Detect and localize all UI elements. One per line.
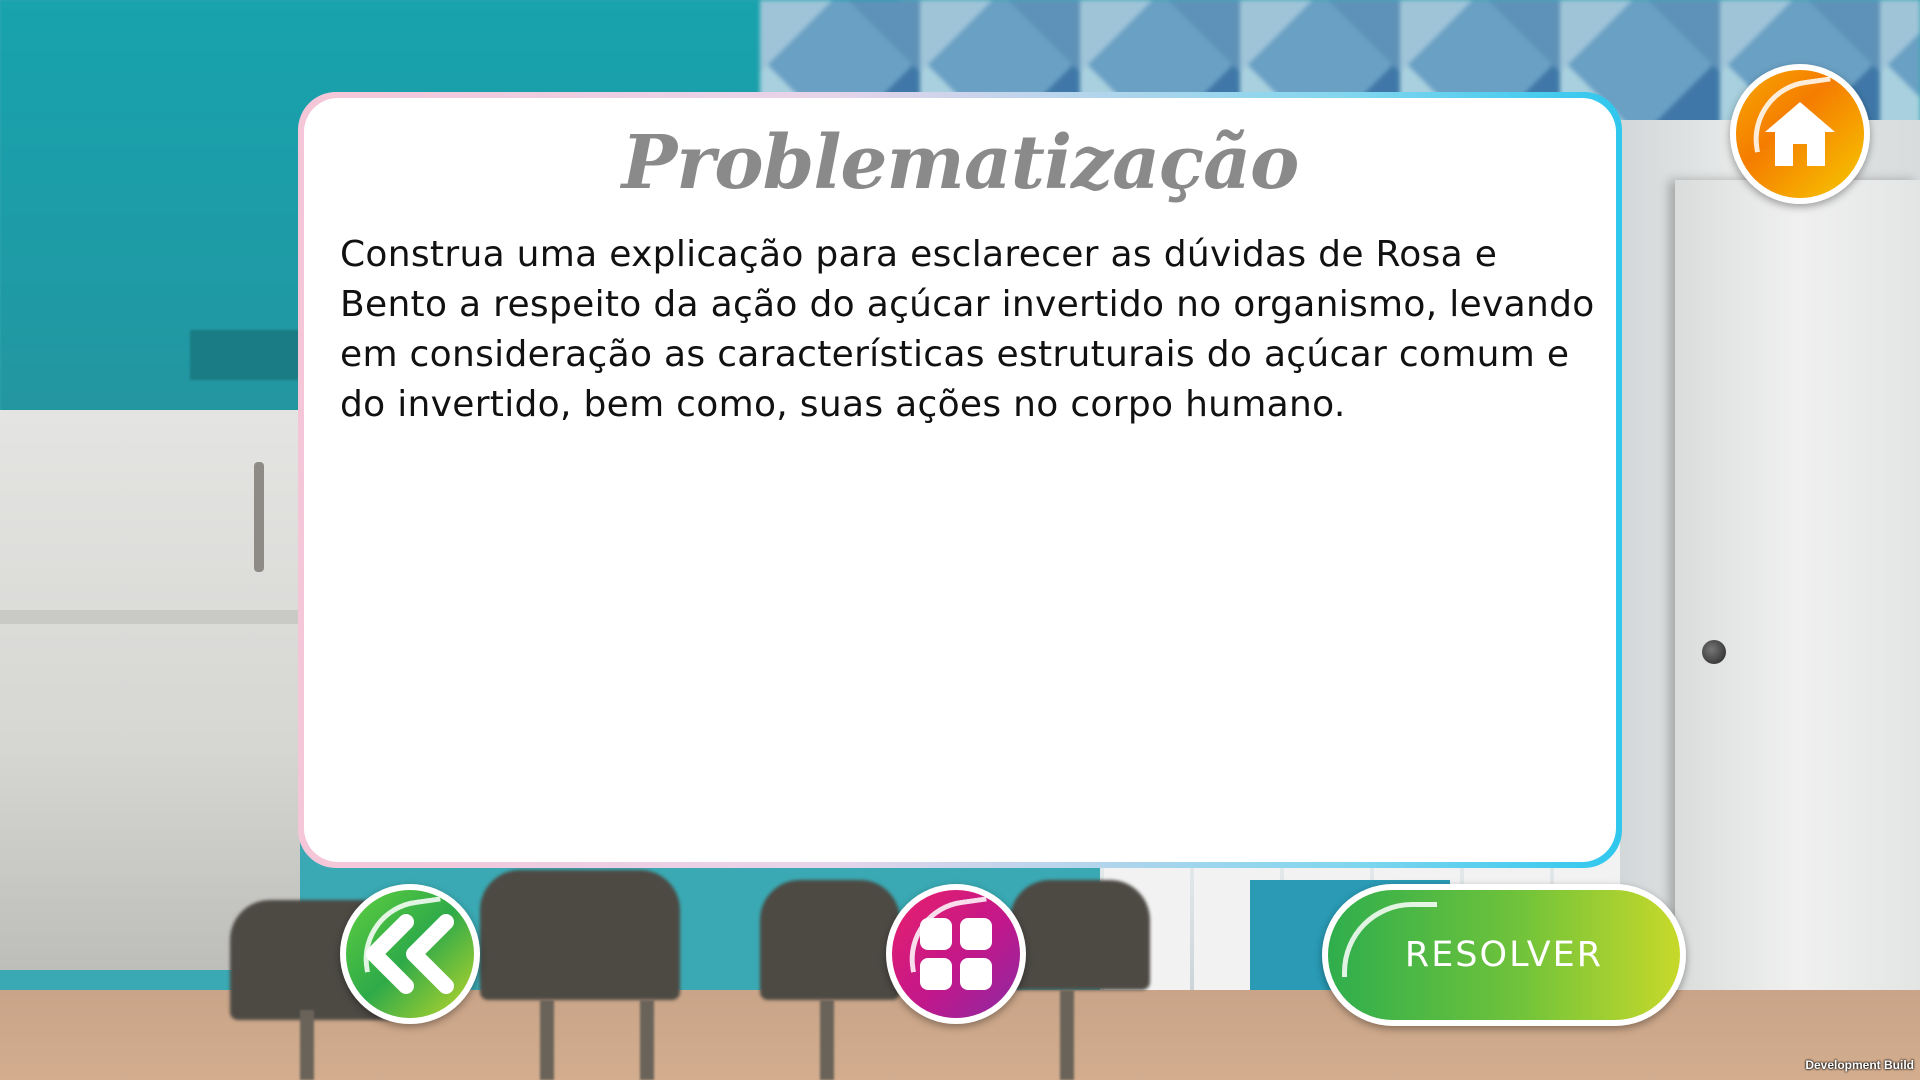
resolver-button-label: RESOLVER <box>1404 935 1604 975</box>
chair <box>480 870 680 1000</box>
chair-leg <box>540 1000 554 1080</box>
back-button[interactable] <box>340 884 480 1024</box>
chair <box>760 880 900 1000</box>
menu-button[interactable] <box>886 884 1026 1024</box>
home-button[interactable] <box>1730 64 1870 204</box>
double-chevron-left-icon <box>366 914 454 994</box>
resolver-button[interactable]: RESOLVER <box>1322 884 1686 1026</box>
teal-shelf <box>190 330 300 380</box>
chair-leg <box>640 1000 654 1080</box>
problem-dialog: Problematização Construa uma explicação … <box>304 98 1616 862</box>
cabinet-divider <box>0 610 300 624</box>
chair-leg <box>820 1000 834 1080</box>
home-icon <box>1765 102 1835 166</box>
chair-leg <box>300 1010 314 1080</box>
door <box>1675 180 1920 1060</box>
chair <box>1010 880 1150 990</box>
dialog-title: Problematização <box>621 120 1300 206</box>
chair-leg <box>1060 990 1074 1080</box>
door-knob <box>1702 640 1726 664</box>
grid-four-squares-icon <box>920 918 992 990</box>
cabinet-handle <box>254 462 264 572</box>
dialog-body-text: Construa uma explicação para esclarecer … <box>340 234 1595 425</box>
development-build-label: Development Build <box>1805 1058 1914 1072</box>
